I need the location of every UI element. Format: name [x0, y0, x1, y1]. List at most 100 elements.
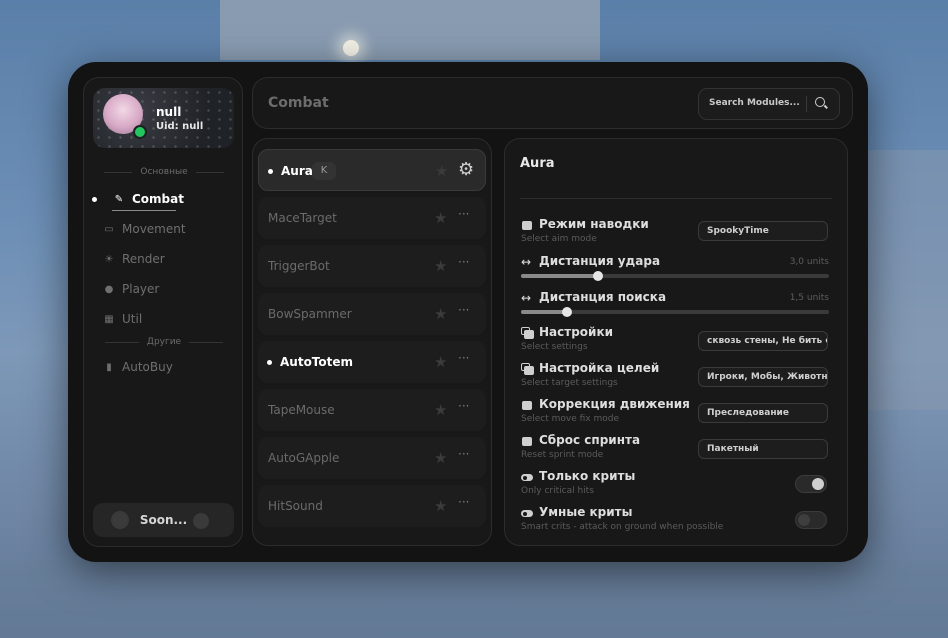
setting-label: Настройка целей	[539, 361, 660, 375]
star-icon[interactable]: ★	[434, 401, 447, 419]
search-icon[interactable]	[815, 97, 825, 107]
aim-mode-select[interactable]: SpookyTime	[698, 221, 828, 241]
search-input[interactable]: Search Modules...	[698, 88, 840, 120]
settings-title: Aura	[520, 156, 555, 171]
switch-knob	[812, 478, 824, 490]
targets-multiselect[interactable]: Игроки, Мобы, Животные	[698, 367, 828, 387]
module-item-aura[interactable]: Aura K ★ ⚙	[258, 149, 486, 191]
header-bar: Combat Search Modules...	[252, 77, 853, 129]
enabled-dot	[267, 360, 272, 365]
sidebar-item-player[interactable]: ● Player	[84, 279, 244, 301]
gear-icon[interactable]: ⚙	[458, 161, 474, 179]
setting-sprint-reset: Сброс спринта Reset sprint mode Пакетный	[521, 433, 833, 469]
only-crits-switch[interactable]	[795, 475, 827, 493]
background-ground	[0, 560, 948, 638]
module-name: HitSound	[268, 499, 323, 513]
sidebar-item-label: Combat	[132, 192, 184, 206]
smart-crits-switch[interactable]	[795, 511, 827, 529]
select-icon	[522, 221, 532, 230]
sidebar-item-render[interactable]: ☀ Render	[84, 249, 244, 271]
setting-desc: Select target settings	[521, 378, 618, 388]
sun	[343, 40, 359, 56]
settings-divider	[520, 198, 832, 199]
sidebar-item-label: Player	[122, 282, 160, 296]
sidebar-item-label: Util	[122, 312, 143, 326]
search-distance-slider[interactable]	[521, 307, 829, 317]
section-other-label: Другие	[84, 337, 244, 347]
setting-desc: Only critical hits	[521, 486, 594, 496]
star-icon[interactable]: ★	[435, 162, 448, 180]
active-dot	[92, 197, 97, 202]
sprint-reset-select[interactable]: Пакетный	[698, 439, 828, 459]
section-main-label: Основные	[84, 167, 244, 177]
soon-blob-right	[193, 513, 209, 529]
more-icon[interactable]: ···	[458, 495, 469, 509]
more-icon[interactable]: ···	[458, 303, 469, 317]
sidebar-item-autobuy[interactable]: ▮ AutoBuy	[84, 357, 244, 379]
sidebar-item-util[interactable]: ▦ Util	[84, 309, 244, 331]
module-item-macetarget[interactable]: MaceTarget ★ ···	[258, 197, 486, 239]
star-icon[interactable]: ★	[434, 497, 447, 515]
module-item-autototem[interactable]: AutoTotem ★ ···	[258, 341, 486, 383]
star-icon[interactable]: ★	[434, 209, 447, 227]
options-multiselect[interactable]: сквозь стены, Не бить если ест	[698, 331, 828, 351]
background-tower	[220, 0, 600, 60]
slider-fill	[521, 274, 598, 278]
sidebar-item-label: AutoBuy	[122, 360, 173, 374]
sword-icon: ✎	[114, 194, 124, 205]
slider-value: 3,0 units	[789, 257, 829, 267]
setting-aim-mode: Режим наводки Select aim mode SpookyTime	[521, 217, 833, 253]
more-icon[interactable]: ···	[458, 399, 469, 413]
star-icon[interactable]: ★	[434, 257, 447, 275]
setting-hit-distance: ↔ Дистанция удара 3,0 units	[521, 254, 833, 290]
bag-icon: ▮	[106, 362, 112, 373]
sidebar-item-combat[interactable]: ✎ Combat	[84, 189, 244, 211]
module-item-hitsound[interactable]: HitSound ★ ···	[258, 485, 486, 527]
setting-label: Умные криты	[539, 505, 633, 519]
more-icon[interactable]: ···	[458, 255, 469, 269]
active-underline	[112, 210, 176, 211]
more-icon[interactable]: ···	[458, 207, 469, 221]
keybind-badge[interactable]: K	[312, 162, 336, 180]
enabled-dot	[268, 169, 273, 174]
soon-button[interactable]: Soon...	[93, 503, 234, 537]
star-icon[interactable]: ★	[434, 449, 447, 467]
more-icon[interactable]: ···	[458, 447, 469, 461]
setting-options: Настройки Select settings сквозь стены, …	[521, 325, 833, 361]
module-list: Aura K ★ ⚙ MaceTarget ★ ··· TriggerBot ★…	[252, 138, 492, 546]
multiselect-icon-front	[524, 330, 534, 339]
module-name: Aura	[281, 164, 313, 178]
setting-desc: Select aim mode	[521, 234, 597, 244]
star-icon[interactable]: ★	[434, 353, 447, 371]
grid-icon: ▦	[104, 314, 114, 325]
background-stairs-right	[868, 150, 948, 410]
move-fix-select[interactable]: Преследование	[698, 403, 828, 423]
profile-card[interactable]: null Uid: null	[93, 88, 234, 148]
section-main-text: Основные	[140, 167, 188, 177]
hit-distance-slider[interactable]	[521, 271, 829, 281]
star-icon[interactable]: ★	[434, 305, 447, 323]
setting-smart-crits: Умные криты Smart crits - attack on grou…	[521, 505, 833, 541]
toggle-icon	[521, 510, 533, 517]
module-item-tapemouse[interactable]: TapeMouse ★ ···	[258, 389, 486, 431]
setting-desc: Reset sprint mode	[521, 450, 604, 460]
setting-label: Коррекция движения	[539, 397, 690, 411]
setting-desc: Select move fix mode	[521, 414, 620, 424]
sun-icon: ☀	[104, 254, 114, 265]
slider-fill	[521, 310, 568, 314]
module-name: BowSpammer	[268, 307, 352, 321]
module-name: TapeMouse	[268, 403, 335, 417]
module-item-autogapple[interactable]: AutoGApple ★ ···	[258, 437, 486, 479]
slider-thumb[interactable]	[562, 307, 573, 317]
setting-label: Настройки	[539, 325, 614, 339]
setting-label: Дистанция удара	[539, 254, 661, 268]
module-item-triggerbot[interactable]: TriggerBot ★ ···	[258, 245, 486, 287]
soon-label: Soon...	[139, 513, 188, 527]
more-icon[interactable]: ···	[458, 351, 469, 365]
slider-thumb[interactable]	[593, 271, 603, 281]
module-item-bowspammer[interactable]: BowSpammer ★ ···	[258, 293, 486, 335]
sidebar-item-movement[interactable]: ▭ Movement	[84, 219, 244, 241]
setting-label: Дистанция поиска	[539, 290, 667, 304]
setting-move-fix: Коррекция движения Select move fix mode …	[521, 397, 833, 433]
module-name: AutoTotem	[280, 355, 354, 369]
